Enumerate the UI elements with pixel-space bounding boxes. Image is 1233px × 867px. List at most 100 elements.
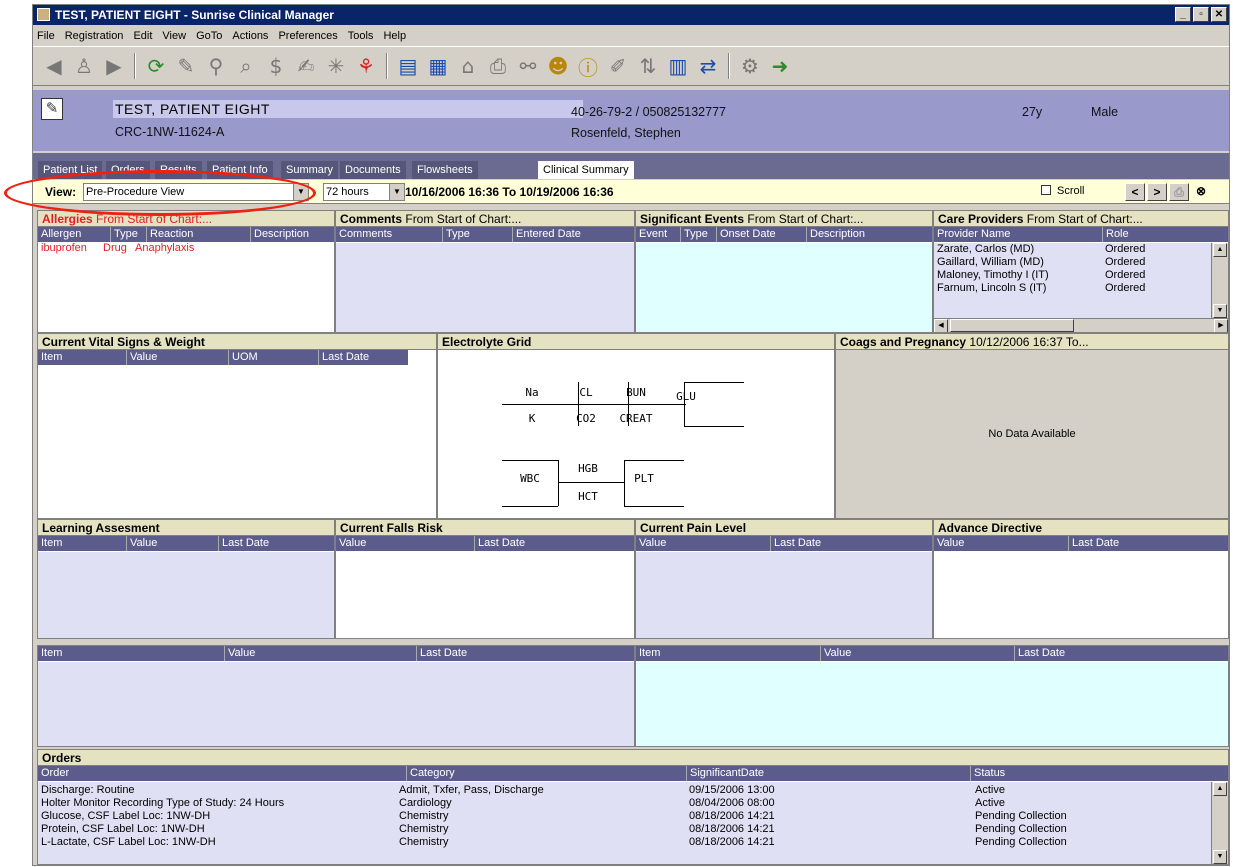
tab-clinical-summary[interactable]: Clinical Summary bbox=[538, 161, 634, 179]
scroll-down-icon[interactable]: ▼ bbox=[1213, 850, 1227, 864]
col-item[interactable]: Item bbox=[38, 350, 62, 365]
tab-flowsheets[interactable]: Flowsheets bbox=[412, 161, 478, 179]
menu-edit[interactable]: Edit bbox=[133, 30, 152, 42]
col-item[interactable]: Item bbox=[38, 536, 62, 551]
maximize-button[interactable]: ▫ bbox=[1193, 7, 1209, 22]
vertical-scrollbar[interactable]: ▲ ▼ bbox=[1211, 243, 1228, 318]
col-event[interactable]: Event bbox=[636, 227, 667, 242]
tab-documents[interactable]: Documents bbox=[340, 161, 406, 179]
table-row[interactable]: L-Lactate, CSF Label Loc: 1NW-DH Chemistr… bbox=[38, 836, 1228, 849]
minimize-button[interactable]: _ bbox=[1175, 7, 1191, 22]
col-last-date[interactable]: Last Date bbox=[770, 536, 821, 551]
col-onset-date[interactable]: Onset Date bbox=[716, 227, 776, 242]
people-icon[interactable]: ♙ bbox=[71, 53, 97, 79]
col-last-date[interactable]: Last Date bbox=[1014, 646, 1065, 661]
col-reaction[interactable]: Reaction bbox=[146, 227, 193, 242]
table-row[interactable]: Discharge: Routine Admit, Txfer, Pass, Di… bbox=[38, 784, 1228, 797]
dollar-icon[interactable]: $ bbox=[263, 53, 289, 79]
menu-actions[interactable]: Actions bbox=[232, 30, 268, 42]
col-last-date[interactable]: Last Date bbox=[474, 536, 525, 551]
print-icon[interactable]: ⎙ bbox=[1169, 183, 1189, 201]
table-row[interactable]: ibuprofen Drug Anaphylaxis bbox=[38, 242, 334, 255]
col-status[interactable]: Status bbox=[970, 766, 1005, 781]
col-description[interactable]: Description bbox=[806, 227, 865, 242]
scroll-left-icon[interactable]: ◀ bbox=[934, 319, 948, 332]
period-dropdown[interactable]: 72 hours ▼ bbox=[323, 183, 405, 201]
col-value[interactable]: Value bbox=[820, 646, 851, 661]
menu-goto[interactable]: GoTo bbox=[196, 30, 222, 42]
collapse-icon[interactable]: ⊗ bbox=[1191, 183, 1211, 201]
info-icon[interactable]: ⓘ bbox=[575, 53, 601, 80]
col-allergen[interactable]: Allergen bbox=[38, 227, 81, 242]
table-row[interactable]: Gaillard, William (MD) Ordered bbox=[934, 256, 1228, 269]
col-category[interactable]: Category bbox=[406, 766, 455, 781]
col-value[interactable]: Value bbox=[934, 536, 964, 551]
table-row[interactable]: Protein, CSF Label Loc: 1NW-DH Chemistry 0… bbox=[38, 823, 1228, 836]
scroll-up-icon[interactable]: ▲ bbox=[1213, 782, 1227, 796]
printer-icon[interactable]: ⎙ bbox=[485, 53, 511, 79]
col-significant-date[interactable]: SignificantDate bbox=[686, 766, 764, 781]
arrows-icon[interactable]: ⇄ bbox=[695, 53, 721, 79]
scroll-up-icon[interactable]: ▲ bbox=[1213, 243, 1227, 257]
forward-arrow-icon[interactable]: ▶ bbox=[101, 53, 127, 79]
horizontal-scrollbar[interactable]: ◀ ▶ bbox=[934, 318, 1228, 332]
star-icon[interactable]: ✳ bbox=[323, 53, 349, 79]
col-description[interactable]: Description bbox=[250, 227, 309, 242]
edit-chart-icon[interactable]: ✎ bbox=[173, 53, 199, 79]
col-type[interactable]: Type bbox=[680, 227, 708, 242]
link-icon[interactable]: ⚯ bbox=[515, 53, 541, 79]
refresh-icon[interactable]: ⟳ bbox=[143, 53, 169, 79]
search-icon[interactable]: ⚲ bbox=[203, 53, 229, 79]
col-order[interactable]: Order bbox=[38, 766, 69, 781]
table-row[interactable]: Holter Monitor Recording Type of Study: … bbox=[38, 797, 1228, 810]
col-value[interactable]: Value bbox=[224, 646, 255, 661]
col-provider-name[interactable]: Provider Name bbox=[934, 227, 1010, 242]
scroll-right-icon[interactable]: ▶ bbox=[1214, 319, 1228, 332]
chart-icon[interactable]: ▦ bbox=[425, 53, 451, 79]
user-send-icon[interactable]: ☻ bbox=[545, 53, 571, 79]
col-role[interactable]: Role bbox=[1102, 227, 1129, 242]
col-last-date[interactable]: Last Date bbox=[1068, 536, 1119, 551]
zoom-icon[interactable]: ⌕ bbox=[233, 53, 259, 79]
col-type[interactable]: Type bbox=[110, 227, 138, 242]
calendar-icon[interactable]: ▥ bbox=[665, 53, 691, 79]
back-arrow-icon[interactable]: ◀ bbox=[41, 53, 67, 79]
col-value[interactable]: Value bbox=[636, 536, 666, 551]
menu-help[interactable]: Help bbox=[383, 30, 406, 42]
menu-view[interactable]: View bbox=[162, 30, 186, 42]
table-row[interactable]: Glucose, CSF Label Loc: 1NW-DH Chemistry 0… bbox=[38, 810, 1228, 823]
menu-preferences[interactable]: Preferences bbox=[278, 30, 337, 42]
col-item[interactable]: Item bbox=[38, 646, 62, 661]
col-value[interactable]: Value bbox=[126, 350, 157, 365]
building-icon[interactable]: ⌂ bbox=[455, 53, 481, 79]
table-row[interactable]: Farnum, Lincoln S (IT) Ordered bbox=[934, 282, 1228, 295]
checkbox-box[interactable] bbox=[1041, 185, 1051, 195]
table-row[interactable]: Maloney, Timothy I (IT) Ordered bbox=[934, 269, 1228, 282]
write-icon[interactable]: ✍ bbox=[293, 53, 319, 79]
person-icon[interactable]: ⚘ bbox=[353, 53, 379, 79]
col-entered-date[interactable]: Entered Date bbox=[512, 227, 581, 242]
exit-icon[interactable]: ➜ bbox=[767, 53, 793, 79]
pin-icon[interactable]: ✐ bbox=[605, 53, 631, 79]
col-comments[interactable]: Comments bbox=[336, 227, 392, 242]
edit-patient-icon[interactable]: ✎ bbox=[41, 98, 63, 120]
scroll-checkbox[interactable]: Scroll bbox=[1041, 185, 1085, 197]
sort-icon[interactable]: ⇅ bbox=[635, 53, 661, 79]
scroll-down-icon[interactable]: ▼ bbox=[1213, 304, 1227, 318]
col-value[interactable]: Value bbox=[336, 536, 366, 551]
close-button[interactable]: ✕ bbox=[1211, 7, 1227, 22]
menu-file[interactable]: File bbox=[37, 30, 55, 42]
col-last-date[interactable]: Last Date bbox=[318, 350, 369, 365]
col-value[interactable]: Value bbox=[126, 536, 157, 551]
col-last-date[interactable]: Last Date bbox=[416, 646, 467, 661]
next-button[interactable]: > bbox=[1147, 183, 1167, 201]
col-last-date[interactable]: Last Date bbox=[218, 536, 269, 551]
table-row[interactable]: Zarate, Carlos (MD) Ordered bbox=[934, 243, 1228, 256]
menu-tools[interactable]: Tools bbox=[348, 30, 374, 42]
chevron-down-icon[interactable]: ▼ bbox=[389, 184, 404, 200]
menu-registration[interactable]: Registration bbox=[65, 30, 124, 42]
tools-icon[interactable]: ⚙ bbox=[737, 53, 763, 79]
prev-button[interactable]: < bbox=[1125, 183, 1145, 201]
vertical-scrollbar[interactable]: ▲ ▼ bbox=[1211, 782, 1228, 864]
list-icon[interactable]: ▤ bbox=[395, 53, 421, 79]
